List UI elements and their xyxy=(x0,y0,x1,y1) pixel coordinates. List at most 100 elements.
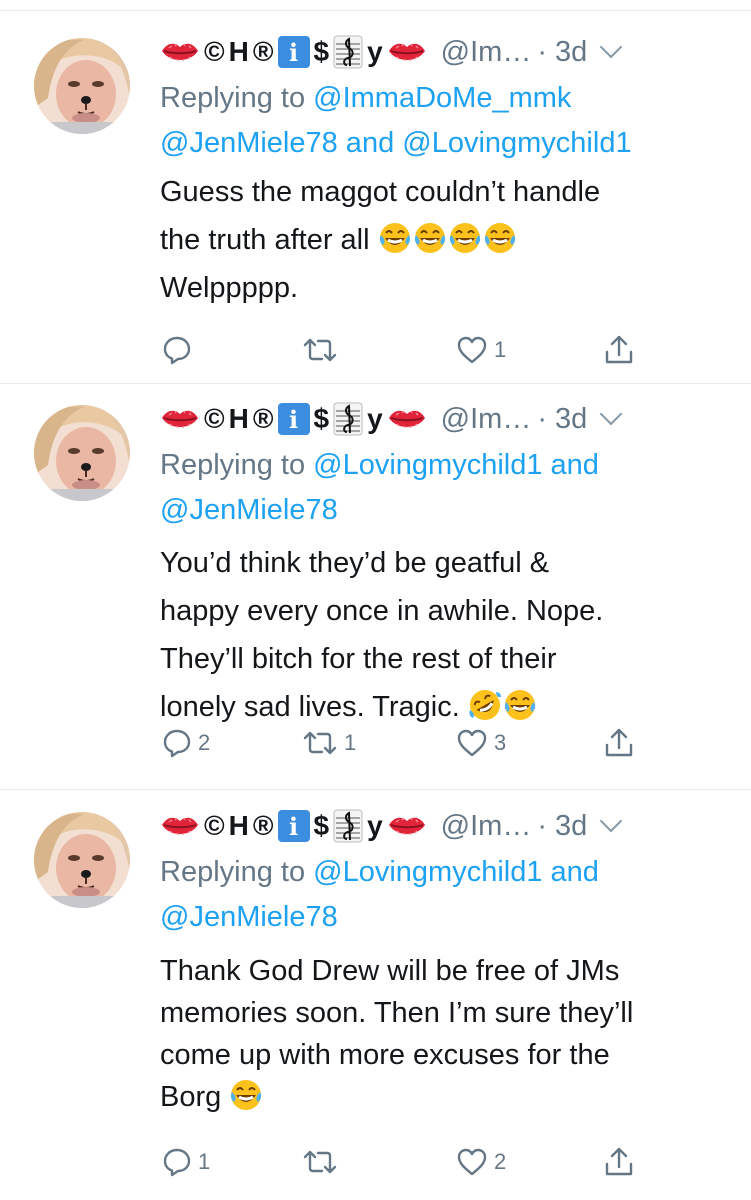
tweet-text: Guess the maggot couldn’t handle the tru… xyxy=(160,168,731,312)
face-with-tears-of-joy-icon xyxy=(503,688,537,722)
registered-icon: ® xyxy=(252,810,274,841)
mention-link[interactable]: @Lovingmychild1 and xyxy=(313,856,599,888)
mention-link[interactable]: @JenMiele78 xyxy=(160,494,338,526)
handle[interactable]: @Im… xyxy=(441,36,532,69)
share-button[interactable] xyxy=(604,1146,634,1178)
kiss-mark-icon xyxy=(387,406,427,432)
like-button[interactable]: 2 xyxy=(456,1147,506,1177)
tweet-header: © H ® i $ y @Im… · 3d xyxy=(160,802,731,850)
avatar[interactable] xyxy=(34,405,130,501)
information-icon: i xyxy=(277,403,310,435)
timestamp[interactable]: · 3d xyxy=(537,403,587,436)
name-letter: y xyxy=(367,810,383,841)
tweet-text-line: the truth after all xyxy=(160,224,370,256)
registered-icon: ® xyxy=(252,36,274,67)
avatar[interactable] xyxy=(34,38,130,134)
like-count: 1 xyxy=(494,337,507,362)
reply-button[interactable] xyxy=(162,335,198,365)
reply-count: 1 xyxy=(198,1149,211,1174)
tweet-text-line: come up with more excuses for the xyxy=(160,1039,610,1071)
like-button[interactable]: 1 xyxy=(456,335,506,365)
like-count: 2 xyxy=(494,1149,507,1174)
copyright-icon: © xyxy=(204,403,225,434)
handle[interactable]: @Im… xyxy=(441,403,532,436)
heart-icon xyxy=(456,728,488,758)
chevron-down-icon[interactable] xyxy=(599,402,623,426)
reply-icon xyxy=(162,335,192,365)
retweet-button[interactable] xyxy=(302,1147,344,1177)
chevron-down-icon[interactable] xyxy=(599,809,623,833)
retweet-button[interactable] xyxy=(302,335,344,365)
tweet-text-line: happy every once in awhile. Nope. xyxy=(160,595,604,627)
name-letter: H xyxy=(228,810,249,841)
name-letter: H xyxy=(228,403,249,434)
tweet-actions: 2 1 3 xyxy=(0,725,751,761)
information-icon: i xyxy=(277,810,310,842)
tweet-actions: 1 2 xyxy=(0,1144,751,1180)
face-with-tears-of-joy-icon xyxy=(413,221,447,255)
music-staff-icon xyxy=(333,402,363,436)
reply-icon xyxy=(162,728,192,758)
share-button[interactable] xyxy=(604,727,634,759)
retweet-icon xyxy=(302,728,338,758)
tweet-text: Thank God Drew will be free of JMs memor… xyxy=(160,950,731,1118)
share-icon xyxy=(604,334,634,366)
share-icon xyxy=(604,1146,634,1178)
heart-icon xyxy=(456,1147,488,1177)
mention-link[interactable]: @JenMiele78 xyxy=(160,901,338,933)
dollar-sign: $ xyxy=(313,403,330,434)
name-letter: H xyxy=(228,36,249,67)
kiss-mark-icon xyxy=(387,39,427,65)
tweet-actions: 1 xyxy=(0,332,751,368)
registered-icon: ® xyxy=(252,403,274,434)
face-with-tears-of-joy-icon xyxy=(378,221,412,255)
replying-to-label: Replying to xyxy=(160,449,314,481)
share-icon xyxy=(604,727,634,759)
kiss-mark-icon xyxy=(387,813,427,839)
mention-link[interactable]: @ImmaDoMe_mmk xyxy=(313,82,571,114)
rolling-on-floor-laughing-icon xyxy=(468,688,502,722)
tweet-text-line: lonely sad lives. Tragic. xyxy=(160,691,460,723)
avatar[interactable] xyxy=(34,812,130,908)
tweet-text: You’d think they’d be geatful & happy ev… xyxy=(160,539,731,731)
face-with-tears-of-joy-icon xyxy=(483,221,517,255)
name-letter: y xyxy=(367,36,383,67)
replying-to: Replying to @ImmaDoMe_mmk @JenMiele78 an… xyxy=(160,76,731,166)
replying-to: Replying to @Lovingmychild1 and @JenMiel… xyxy=(160,850,731,940)
display-name[interactable]: © H ® i $ y xyxy=(160,402,427,436)
heart-icon xyxy=(456,335,488,365)
reply-count: 2 xyxy=(198,730,211,755)
kiss-mark-icon xyxy=(160,406,200,432)
information-icon: i xyxy=(277,36,310,68)
tweet-text-line: Borg xyxy=(160,1081,222,1113)
mention-link[interactable]: @JenMiele78 and @Lovingmychild1 xyxy=(160,127,632,159)
timestamp[interactable]: · 3d xyxy=(537,36,587,69)
reply-button[interactable]: 2 xyxy=(162,728,210,758)
share-button[interactable] xyxy=(604,334,634,366)
music-staff-icon xyxy=(333,35,363,69)
replying-to-label: Replying to xyxy=(160,82,314,114)
tweet-header: © H ® i $ y @Im… · 3d xyxy=(160,28,731,76)
mention-link[interactable]: @Lovingmychild1 and xyxy=(313,449,599,481)
tweet-header: © H ® i $ y @Im… · 3d xyxy=(160,395,731,443)
display-name[interactable]: © H ® i $ y xyxy=(160,809,427,843)
music-staff-icon xyxy=(333,809,363,843)
chevron-down-icon[interactable] xyxy=(599,35,623,59)
retweet-count: 1 xyxy=(344,730,357,755)
face-with-tears-of-joy-icon xyxy=(448,221,482,255)
handle[interactable]: @Im… xyxy=(441,810,532,843)
like-count: 3 xyxy=(494,730,507,755)
tweet-text-line: Thank God Drew will be free of JMs xyxy=(160,955,620,987)
kiss-mark-icon xyxy=(160,813,200,839)
tweet-text-line: Guess the maggot couldn’t handle xyxy=(160,176,601,208)
tweet-text-line: memories soon. Then I’m sure they’ll xyxy=(160,997,634,1029)
copyright-icon: © xyxy=(204,36,225,67)
reply-button[interactable]: 1 xyxy=(162,1147,210,1177)
retweet-icon xyxy=(302,335,338,365)
display-name[interactable]: © H ® i $ y xyxy=(160,35,427,69)
like-button[interactable]: 3 xyxy=(456,728,506,758)
replying-to-label: Replying to xyxy=(160,856,314,888)
retweet-button[interactable]: 1 xyxy=(302,728,356,758)
timestamp[interactable]: · 3d xyxy=(537,810,587,843)
name-letter: y xyxy=(367,403,383,434)
